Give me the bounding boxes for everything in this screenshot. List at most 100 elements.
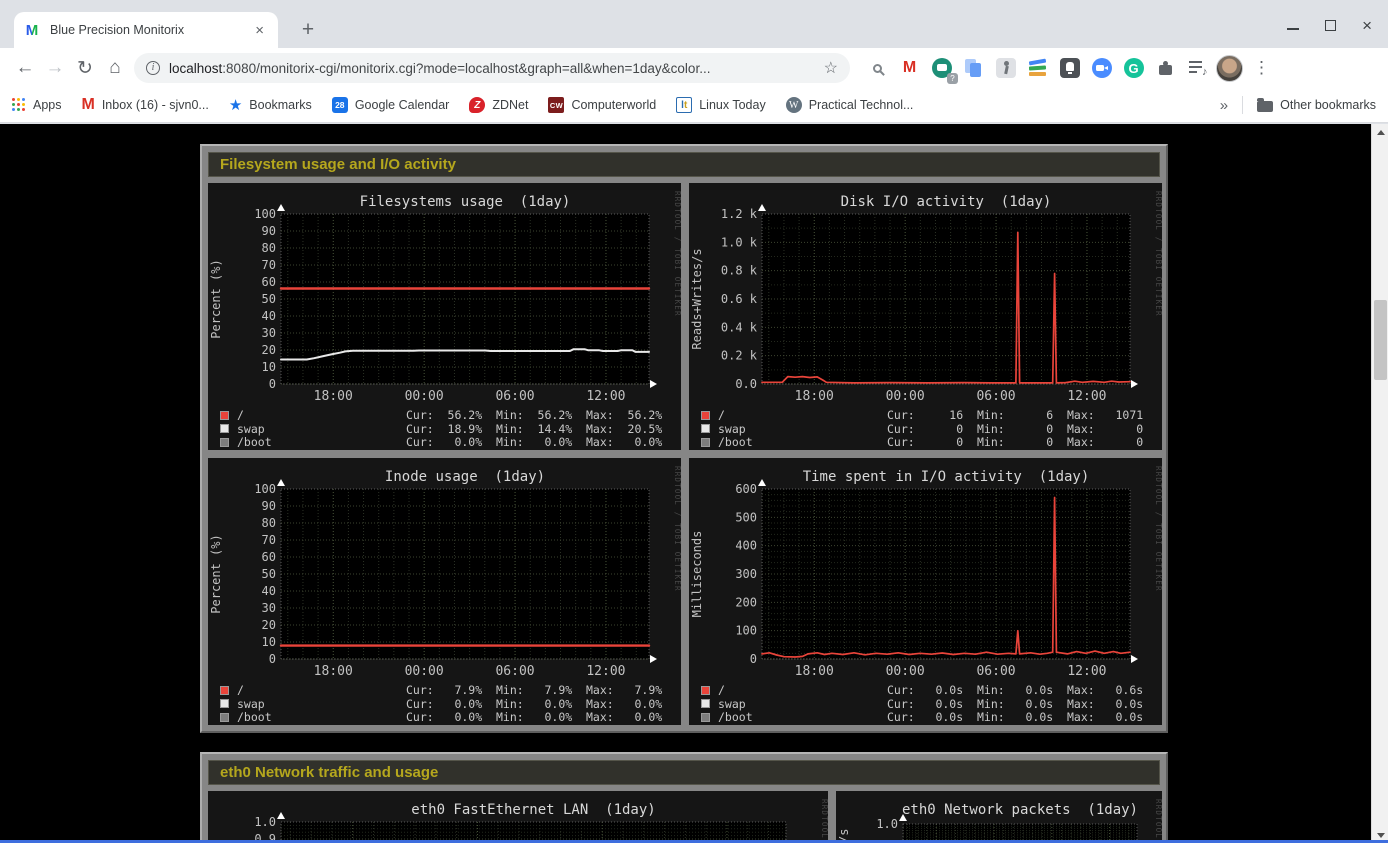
svg-text:00:00: 00:00 bbox=[405, 389, 444, 404]
eth0-fastethernet-lan-chart[interactable]: 1.00.9eth0 FastEthernet LAN (1day)RRDTOO… bbox=[208, 791, 828, 843]
page-content: Filesystem usage and I/O activity 100908… bbox=[0, 124, 1388, 843]
window-close-icon[interactable]: × bbox=[1362, 20, 1372, 31]
disk-io-activity-chart[interactable]: 1.2 k1.0 k0.8 k0.6 k0.4 k0.2 k0.018:0000… bbox=[689, 183, 1162, 450]
svg-text:20: 20 bbox=[262, 343, 276, 357]
gmail-icon: M bbox=[82, 96, 95, 114]
url-text[interactable]: localhost:8080/monitorix-cgi/monitorix.c… bbox=[169, 61, 816, 76]
zoom-extension-icon[interactable] bbox=[1088, 55, 1115, 82]
svg-text:600: 600 bbox=[735, 482, 757, 496]
legend-series-stats: Cur: 18.9% Min: 14.4% Max: 20.5% bbox=[406, 422, 662, 436]
person-extension-icon[interactable] bbox=[992, 55, 1019, 82]
legend-swatch-icon bbox=[701, 411, 710, 420]
legend-series-stats: Cur: 7.9% Min: 7.9% Max: 7.9% bbox=[406, 683, 662, 697]
svg-text:60: 60 bbox=[262, 275, 276, 289]
browser-tab[interactable]: M Blue Precision Monitorix × bbox=[14, 12, 278, 48]
legend-series-stats: Cur: 56.2% Min: 56.2% Max: 56.2% bbox=[406, 408, 662, 422]
bookmark-google-calendar[interactable]: 28 Google Calendar bbox=[332, 97, 450, 113]
svg-text:100: 100 bbox=[254, 207, 276, 221]
bookmark-inbox[interactable]: M Inbox (16) - sjvn0... bbox=[82, 96, 209, 114]
y-axis-arrow-icon bbox=[277, 204, 285, 211]
search-extension-icon[interactable] bbox=[864, 55, 891, 82]
svg-text:18:00: 18:00 bbox=[314, 664, 353, 679]
svg-text:200: 200 bbox=[735, 595, 757, 609]
wordpress-icon: W bbox=[786, 97, 802, 113]
time-spent-io-chart[interactable]: 600500400300200100018:0000:0006:0012:00T… bbox=[689, 458, 1162, 725]
svg-text:100: 100 bbox=[735, 624, 757, 638]
window-minimize-icon[interactable] bbox=[1287, 28, 1299, 30]
legend-series-stats: Cur: 0.0% Min: 0.0% Max: 0.0% bbox=[406, 435, 662, 449]
eth0-network-packets-plot: 1.0eth0 Network packets (1day)Packets/sR… bbox=[836, 791, 1162, 843]
other-bookmarks[interactable]: Other bookmarks bbox=[1257, 98, 1376, 112]
time-spent-io-legend-swap: swapCur: 0.0s Min: 0.0s Max: 0.0s bbox=[701, 697, 746, 711]
bookmark-computerworld[interactable]: CW Computerworld bbox=[548, 97, 656, 113]
monitorix-favicon: M bbox=[24, 22, 40, 38]
tab-close-icon[interactable]: × bbox=[251, 22, 268, 39]
eth0-fastethernet-lan-plot: 1.00.9eth0 FastEthernet LAN (1day)RRDTOO… bbox=[208, 791, 828, 843]
copy-pages-extension-icon[interactable] bbox=[960, 55, 987, 82]
address-bar[interactable]: i localhost:8080/monitorix-cgi/monitorix… bbox=[134, 53, 850, 83]
legend-series-stats: Cur: 0.0s Min: 0.0s Max: 0.6s bbox=[887, 683, 1143, 697]
bookmarks-bar: Apps M Inbox (16) - sjvn0... ★ Bookmarks… bbox=[0, 88, 1388, 123]
scrollbar-up-icon[interactable] bbox=[1372, 124, 1388, 140]
profile-avatar[interactable] bbox=[1216, 55, 1243, 82]
extensions-puzzle-icon[interactable] bbox=[1152, 55, 1179, 82]
filesystems-usage-chart[interactable]: 100908070605040302010018:0000:0006:0012:… bbox=[208, 183, 681, 450]
grammarly-extension-icon[interactable]: G bbox=[1120, 55, 1147, 82]
back-icon[interactable]: ← bbox=[10, 53, 40, 83]
window-maximize-icon[interactable] bbox=[1325, 20, 1336, 31]
svg-text:1.2 k: 1.2 k bbox=[721, 207, 758, 221]
legend-swatch-icon bbox=[220, 424, 229, 433]
svg-text:00:00: 00:00 bbox=[405, 664, 444, 679]
svg-text:12:00: 12:00 bbox=[1067, 389, 1106, 404]
browser-menu-icon[interactable]: ⋮ bbox=[1248, 55, 1275, 82]
bookmark-apps[interactable]: Apps bbox=[12, 98, 62, 112]
svg-text:12:00: 12:00 bbox=[1067, 664, 1106, 679]
home-icon[interactable]: ⌂ bbox=[100, 53, 130, 83]
bookmark-practical-technology[interactable]: W Practical Technol... bbox=[786, 97, 914, 113]
svg-text:1.0 k: 1.0 k bbox=[721, 235, 758, 249]
inode-usage-chart[interactable]: 100908070605040302010018:0000:0006:0012:… bbox=[208, 458, 681, 725]
legend-series-stats: Cur: 16 Min: 6 Max: 1071 bbox=[887, 408, 1143, 422]
legend-series-name: /boot bbox=[718, 710, 753, 724]
legend-swatch-icon bbox=[220, 438, 229, 447]
filesystems-usage-legend-rootboot: /bootCur: 0.0% Min: 0.0% Max: 0.0% bbox=[220, 435, 272, 449]
svg-text:70: 70 bbox=[262, 258, 276, 272]
bookmark-zdnet[interactable]: Z ZDNet bbox=[469, 97, 528, 113]
page-info-icon[interactable]: i bbox=[146, 61, 160, 75]
gmail-extension-icon[interactable]: M bbox=[896, 55, 923, 82]
svg-text:Percent (%): Percent (%) bbox=[209, 534, 223, 613]
linux-today-icon: lt bbox=[676, 97, 692, 113]
x-axis-arrow-icon bbox=[650, 655, 657, 663]
bookmark-bookmarks[interactable]: ★ Bookmarks bbox=[229, 96, 312, 114]
playlist-extension-icon[interactable]: ♪ bbox=[1184, 55, 1211, 82]
forward-icon[interactable]: → bbox=[40, 53, 70, 83]
svg-text:10: 10 bbox=[262, 360, 276, 374]
svg-text:90: 90 bbox=[262, 224, 276, 238]
svg-text:18:00: 18:00 bbox=[314, 389, 353, 404]
reload-icon[interactable]: ↻ bbox=[70, 53, 100, 83]
bookmark-linux-today[interactable]: lt Linux Today bbox=[676, 97, 766, 113]
svg-text:12:00: 12:00 bbox=[586, 664, 625, 679]
svg-text:90: 90 bbox=[262, 499, 276, 513]
google-voice-extension-icon[interactable]: ? bbox=[928, 55, 955, 82]
eth0-network-packets-chart[interactable]: 1.0eth0 Network packets (1day)Packets/sR… bbox=[836, 791, 1162, 843]
lamp-extension-icon[interactable] bbox=[1056, 55, 1083, 82]
rrdtool-signature: RRDTOOL / TOBI OETIKER bbox=[820, 799, 828, 843]
zdnet-icon: Z bbox=[469, 97, 485, 113]
legend-swatch-icon bbox=[220, 699, 229, 708]
vertical-scrollbar[interactable] bbox=[1371, 124, 1388, 843]
inode-usage-legend-swap: swapCur: 0.0% Min: 0.0% Max: 0.0% bbox=[220, 697, 265, 711]
bookmark-star-icon[interactable]: ☆ bbox=[824, 58, 838, 78]
books-extension-icon[interactable] bbox=[1024, 55, 1051, 82]
star-icon: ★ bbox=[229, 96, 242, 114]
scrollbar-thumb[interactable] bbox=[1374, 300, 1387, 380]
svg-text:Inode usage (1day): Inode usage (1day) bbox=[385, 469, 545, 485]
svg-text:30: 30 bbox=[262, 326, 276, 340]
section-title-network: eth0 Network traffic and usage bbox=[208, 760, 1160, 785]
bookmarks-overflow-icon[interactable]: » bbox=[1220, 97, 1228, 114]
legend-series-name: swap bbox=[718, 697, 746, 711]
svg-text:00:00: 00:00 bbox=[886, 389, 925, 404]
svg-text:eth0 FastEthernet LAN (1day): eth0 FastEthernet LAN (1day) bbox=[411, 802, 655, 818]
new-tab-button[interactable]: + bbox=[294, 16, 322, 44]
time-spent-io-legend-rootboot: /bootCur: 0.0s Min: 0.0s Max: 0.0s bbox=[701, 710, 753, 724]
